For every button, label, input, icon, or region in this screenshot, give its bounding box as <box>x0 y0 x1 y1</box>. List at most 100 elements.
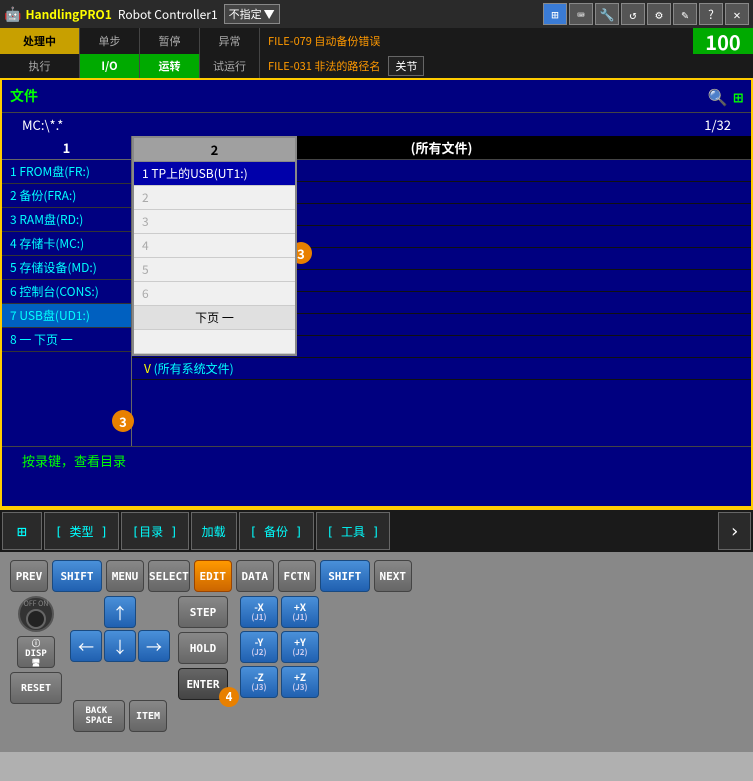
file-error-2: FILE-031 非法的路径名 <box>268 58 380 74</box>
dropdown-item-8 <box>134 330 295 354</box>
arrow-down-key[interactable]: ↓ <box>104 630 136 662</box>
list-item-nextpage[interactable]: 8 一 下页 一 <box>2 328 131 352</box>
disp-key[interactable]: ⓘ DISP 🖥 <box>17 636 55 668</box>
status-processing: 处理中 <box>0 28 80 54</box>
file-title: 文件 <box>10 86 38 106</box>
edit-icon[interactable]: ✎ <box>673 3 697 25</box>
arrow-panel: ↑ ← ↓ → BACKSPACE ITEM <box>70 596 170 732</box>
z-plus-key[interactable]: +Z (J3) <box>281 666 319 698</box>
tool-icon[interactable]: ⚙ <box>647 3 671 25</box>
fctn-key[interactable]: FCTN <box>278 560 316 592</box>
dropdown-item-1[interactable]: 1 TP上的USB(UT1:) <box>134 162 295 186</box>
hint-bar: 按录键，查看目录 <box>2 446 751 474</box>
file-item[interactable]: V (所有系统文件) <box>132 358 751 380</box>
dir-button[interactable]: [目录 ] <box>121 512 189 550</box>
arrow-up-key[interactable]: ↑ <box>104 596 136 628</box>
keyboard-icon[interactable]: ⌨ <box>569 3 593 25</box>
shift-key-right[interactable]: SHIFT <box>320 560 370 592</box>
load-button[interactable]: 加载 <box>191 512 237 550</box>
refresh-icon[interactable]: ↺ <box>621 3 645 25</box>
badge-3b: 3 <box>112 410 134 432</box>
hold-key[interactable]: HOLD <box>178 632 228 664</box>
empty-cell2 <box>138 596 170 628</box>
zoom-icon[interactable]: 🔍 <box>707 84 727 108</box>
list-item[interactable]: 6 控制台(CONS:) <box>2 280 131 304</box>
status-singlestep: 单步 <box>80 28 140 54</box>
item-key[interactable]: ITEM <box>129 700 167 732</box>
grid-button[interactable]: ⊞ <box>2 512 42 550</box>
next-key[interactable]: NEXT <box>374 560 412 592</box>
help-icon[interactable]: ? <box>699 3 723 25</box>
left-panel: OFF ON ⓘ DISP 🖥 RESET <box>10 596 62 704</box>
enter-key[interactable]: ENTER 4 <box>178 668 228 700</box>
arrow-cross: ↑ ← ↓ → <box>70 596 170 696</box>
data-key[interactable]: DATA <box>236 560 274 592</box>
menu-key[interactable]: MENU <box>106 560 144 592</box>
axis-panel: -X (J1) +X (J1) -Y (J2) +Y (J2) <box>240 596 319 698</box>
step-key[interactable]: STEP <box>178 596 228 628</box>
dropdown-item-2: 2 <box>134 186 295 210</box>
path-display: MC:\*.* <box>22 115 63 134</box>
list-item[interactable]: 1 FROM盘(FR:) <box>2 160 131 184</box>
app-logo: 🤖 HandlingPRO1 <box>4 4 112 24</box>
reset-key[interactable]: RESET <box>10 672 62 704</box>
z-minus-key[interactable]: -Z (J3) <box>240 666 278 698</box>
status-error: 异常 <box>200 28 260 54</box>
next-arrow-button[interactable]: › <box>718 512 751 550</box>
list-item[interactable]: 2 备份(FRA:) <box>2 184 131 208</box>
list-item[interactable]: 3 RAM盘(RD:) <box>2 208 131 232</box>
file-list-area: 1 1 FROM盘(FR:) 2 备份(FRA:) 3 RAM盘(RD:) 4 … <box>2 136 751 446</box>
off-on-switch[interactable]: OFF ON <box>18 596 54 632</box>
edit-key[interactable]: EDIT <box>194 560 232 592</box>
axis-row-z: -Z (J3) +Z (J3) <box>240 666 319 698</box>
prev-key[interactable]: PREV <box>10 560 48 592</box>
axis-row-x: -X (J1) +X (J1) <box>240 596 319 628</box>
score-display: 100 <box>693 28 753 54</box>
bottom-toolbar: ⊞ [ 类型 ] [目录 ] 加载 [ 备份 ] [ 工具 ] › <box>0 508 753 552</box>
controller-dropdown[interactable]: 不指定 ▼ <box>224 4 280 24</box>
x-plus-key[interactable]: +X (J1) <box>281 596 319 628</box>
type-button[interactable]: [ 类型 ] <box>44 512 119 550</box>
select-key[interactable]: SELECT <box>148 560 190 592</box>
dropdown-item-4: 4 <box>134 234 295 258</box>
backup-button[interactable]: [ 备份 ] <box>239 512 314 550</box>
file-count: 1/32 <box>704 115 731 134</box>
empty-cell <box>70 596 102 628</box>
grid-icon[interactable]: ⊞ <box>543 3 567 25</box>
dropdown-item-next[interactable]: 下页 一 <box>134 306 295 330</box>
status-bar-row1: 处理中 单步 暂停 异常 FILE-079 自动备份错误 100 <box>0 28 753 54</box>
arrow-left-key[interactable]: ← <box>70 630 102 662</box>
tool-button[interactable]: [ 工具 ] <box>316 512 391 550</box>
step-hold-panel: STEP HOLD ENTER 4 <box>178 596 228 700</box>
y-minus-key[interactable]: -Y (J2) <box>240 631 278 663</box>
status-io: I/O <box>80 53 140 79</box>
hint-text: 按录键，查看目录 <box>22 451 126 470</box>
status-pause: 暂停 <box>140 28 200 54</box>
window-icon[interactable]: ⊞ <box>733 84 743 108</box>
keyboard-area: PREV SHIFT MENU SELECT EDIT DATA FCTN SH… <box>0 552 753 752</box>
shift-key-left[interactable]: SHIFT <box>52 560 102 592</box>
robot-controller-label: Robot Controller1 <box>118 6 218 23</box>
list-item[interactable]: 5 存储设备(MD:) <box>2 256 131 280</box>
file-error-1: FILE-079 自动备份错误 <box>268 33 380 49</box>
arrow-right-key[interactable]: → <box>138 630 170 662</box>
dropdown-item-6: 6 <box>134 282 295 306</box>
backspace-item-row: BACKSPACE ITEM <box>73 700 167 732</box>
dropdown-item-3: 3 <box>134 210 295 234</box>
main-area: 文件 🔍 ⊞ MC:\*.* 1/32 1 1 FROM盘(FR:) 2 备份(… <box>0 78 753 508</box>
x-minus-key[interactable]: -X (J1) <box>240 596 278 628</box>
top-bar: 🤖 HandlingPRO1 Robot Controller1 不指定 ▼ ⊞… <box>0 0 753 28</box>
settings-icon[interactable]: 🔧 <box>595 3 619 25</box>
keyboard-top-row: PREV SHIFT MENU SELECT EDIT DATA FCTN SH… <box>10 560 743 592</box>
list-item-usb[interactable]: 7 USB盘(UD1:) <box>2 304 131 328</box>
list-item[interactable]: 4 存储卡(MC:) <box>2 232 131 256</box>
dropdown-item-5: 5 <box>134 258 295 282</box>
path-bar: MC:\*.* 1/32 <box>2 113 751 136</box>
status-trial: 试运行 <box>200 53 260 79</box>
backspace-key[interactable]: BACKSPACE <box>73 700 125 732</box>
close-icon[interactable]: ✕ <box>725 3 749 25</box>
keyboard-middle: OFF ON ⓘ DISP 🖥 RESET ↑ ← ↓ → BACKSPACE <box>10 596 743 732</box>
axis-row-y: -Y (J2) +Y (J2) <box>240 631 319 663</box>
y-plus-key[interactable]: +Y (J2) <box>281 631 319 663</box>
status-bar-row2: 执行 I/O 运转 试运行 FILE-031 非法的路径名 关节 <box>0 54 753 78</box>
